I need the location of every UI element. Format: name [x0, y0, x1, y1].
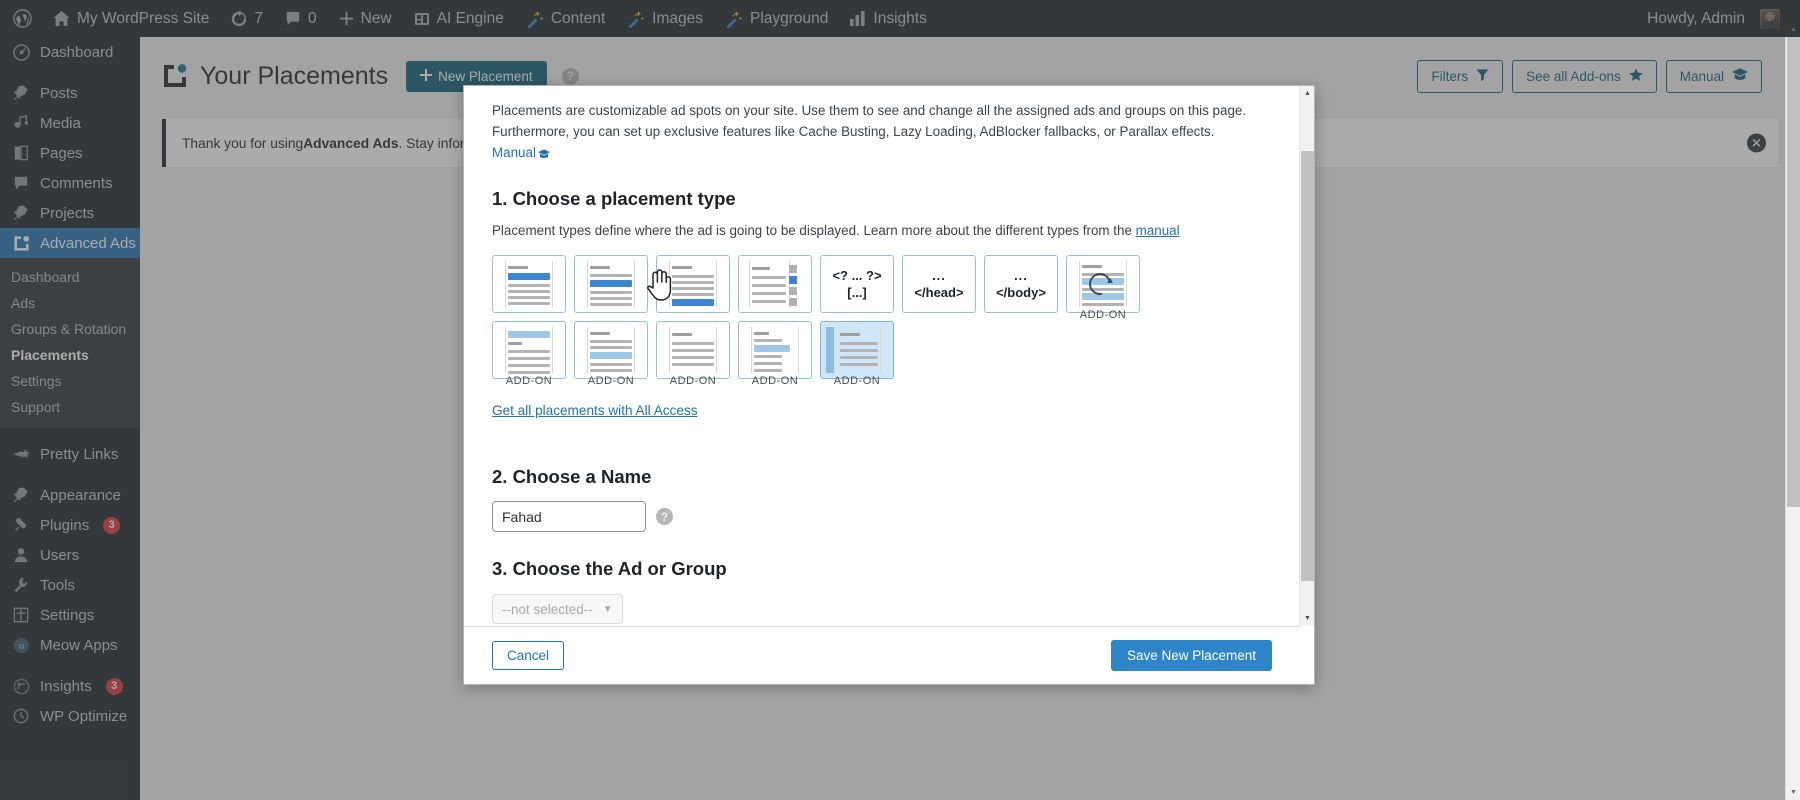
modal-scroll-region: Placements are customizable ad spots on …: [464, 86, 1314, 626]
intro-line-2: Furthermore, you can set up exclusive fe…: [492, 124, 1215, 139]
chevron-down-icon: ▼: [602, 603, 613, 615]
placement-type-inline-float[interactable]: ADD-ON: [738, 321, 812, 387]
modal-scrollbar[interactable]: ▲ ▼: [1299, 86, 1314, 626]
intro-line-1: Placements are customizable ad spots on …: [492, 103, 1247, 118]
modal-footer: Cancel Save New Placement: [464, 626, 1300, 684]
footer-code-line-1: ...: [1014, 268, 1028, 283]
step-1-desc-text: Placement types define where the ad is g…: [492, 223, 1136, 238]
placement-type-sidebar-widget[interactable]: [738, 255, 812, 313]
placement-type-after-content[interactable]: [656, 255, 730, 313]
footer-code-line-2: </body>: [996, 285, 1046, 300]
page-scrollbar[interactable]: ▲ ▼: [1785, 26, 1800, 800]
wireframe-inline-float-icon: [744, 327, 806, 373]
addon-tag: ADD-ON: [1079, 309, 1127, 321]
modal-intro: Placements are customizable ad spots on …: [492, 100, 1252, 165]
wireframe-sticky-layer-icon: [662, 327, 724, 373]
save-new-placement-button[interactable]: Save New Placement: [1110, 640, 1272, 671]
intro-manual-link[interactable]: Manual: [492, 145, 536, 160]
wireframe-after-content-icon: [662, 261, 724, 307]
placement-type-sticky-layer[interactable]: ADD-ON: [656, 321, 730, 387]
placement-type-header-code[interactable]: ... </head>: [902, 255, 976, 313]
step-1-manual-link[interactable]: manual: [1136, 223, 1180, 238]
php-code-line-2: [...]: [847, 285, 867, 300]
placement-type-header-area[interactable]: ADD-ON: [492, 321, 566, 387]
placement-type-before-content[interactable]: [492, 255, 566, 313]
get-all-placements-link[interactable]: Get all placements with All Access: [492, 403, 698, 418]
footer-code-label: ... </body>: [996, 267, 1046, 301]
step-1-title: 1. Choose a placement type: [492, 188, 736, 209]
addon-tag: ADD-ON: [505, 375, 553, 387]
step-1-description: Placement types define where the ad is g…: [492, 223, 1286, 238]
cancel-button[interactable]: Cancel: [492, 641, 565, 670]
placement-type-php-code[interactable]: <? ... ?> [...]: [820, 255, 894, 313]
scroll-down-arrow-icon[interactable]: ▼: [1300, 611, 1314, 626]
addon-tag: ADD-ON: [751, 375, 799, 387]
header-code-label: ... </head>: [914, 267, 963, 301]
page-scroll-up-arrow-icon[interactable]: ▲: [1786, 22, 1800, 37]
placement-type-after-paragraph[interactable]: [574, 255, 648, 313]
header-code-line-2: </head>: [914, 285, 964, 300]
addon-tag: ADD-ON: [669, 375, 717, 387]
wireframe-sidebar-widget-icon: [744, 261, 806, 307]
name-field-row: ?: [492, 501, 1286, 532]
wireframe-header-area-icon: [498, 327, 560, 374]
header-code-line-1: ...: [932, 268, 946, 283]
modal-scrollbar-thumb[interactable]: [1301, 151, 1314, 581]
placement-type-footer-code[interactable]: ... </body>: [984, 255, 1058, 313]
wireframe-sticky-sidebar-icon: [826, 327, 888, 373]
step-3-title: 3. Choose the Ad or Group: [492, 558, 727, 579]
modal-content: Placements are customizable ad spots on …: [464, 86, 1314, 626]
page-scrollbar-thumb[interactable]: [1787, 37, 1800, 507]
wireframe-before-content-icon: [498, 261, 560, 307]
ad-or-group-select-row: --not selected-- ▼: [492, 594, 1286, 624]
name-help-icon[interactable]: ?: [656, 508, 673, 525]
wireframe-auto-refresh-icon: [1072, 261, 1134, 307]
page-scroll-down-arrow-icon[interactable]: ▼: [1786, 785, 1800, 800]
placement-type-auto-refresh[interactable]: ADD-ON: [1066, 255, 1140, 321]
scroll-up-arrow-icon[interactable]: ▲: [1300, 86, 1314, 101]
placement-name-input[interactable]: [492, 501, 646, 532]
php-code-line-1: <? ... ?>: [832, 268, 882, 283]
placement-type-content-middle[interactable]: ADD-ON: [574, 321, 648, 387]
ad-or-group-selected-value: --not selected--: [502, 601, 593, 617]
placement-type-sticky-sidebar[interactable]: ADD-ON: [820, 321, 894, 387]
graduation-cap-icon: [537, 144, 550, 165]
ad-or-group-select[interactable]: --not selected-- ▼: [492, 594, 623, 624]
wireframe-content-middle-icon: [580, 327, 642, 373]
step-2-title: 2. Choose a Name: [492, 466, 652, 487]
wireframe-after-paragraph-icon: [580, 261, 642, 307]
addon-tag: ADD-ON: [587, 375, 635, 387]
addon-tag: ADD-ON: [833, 375, 881, 387]
php-code-label: <? ... ?> [...]: [832, 267, 881, 301]
placement-type-grid: <? ... ?> [...] ... </head> ... </body>: [492, 255, 1172, 387]
new-placement-modal: Placements are customizable ad spots on …: [463, 85, 1315, 685]
